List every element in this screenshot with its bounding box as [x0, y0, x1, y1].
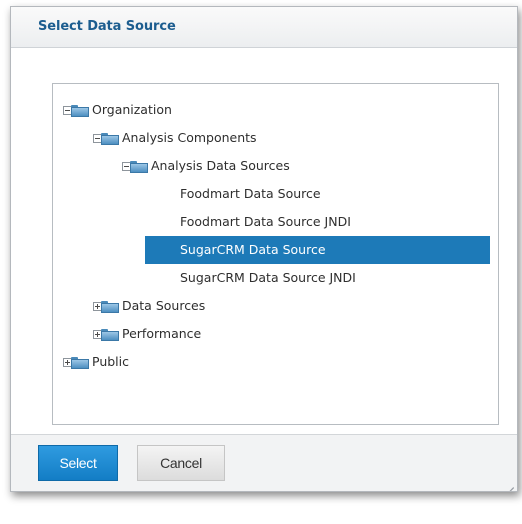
select-data-source-dialog: Select Data Source Organization Analysis… [10, 6, 518, 492]
folder-icon [130, 160, 148, 173]
tree-node-public[interactable]: Public [63, 348, 129, 376]
folder-icon [101, 300, 119, 313]
tree-node-data-sources[interactable]: Data Sources [93, 292, 205, 320]
tree-node-label: Foodmart Data Source JNDI [180, 214, 351, 229]
tree-node-label: Analysis Data Sources [151, 158, 290, 173]
folder-icon [101, 132, 119, 145]
tree-node-performance[interactable]: Performance [93, 320, 201, 348]
folder-icon [71, 104, 89, 117]
tree-node-analysis-components[interactable]: Analysis Components [93, 124, 257, 152]
tree-node-sugarcrm-data-source-jndi[interactable]: SugarCRM Data Source JNDI [180, 264, 356, 292]
dialog-footer: Select Cancel [11, 434, 517, 491]
dialog-header[interactable]: Select Data Source [11, 7, 517, 48]
folder-icon [71, 356, 89, 369]
dialog-title: Select Data Source [38, 19, 176, 34]
tree-node-label: Analysis Components [122, 130, 257, 145]
repository-tree[interactable]: Organization Analysis Components Analysi… [52, 83, 499, 425]
folder-icon [101, 328, 119, 341]
tree-node-label: Foodmart Data Source [180, 186, 321, 201]
resize-grip-icon[interactable] [504, 478, 514, 491]
tree-node-label: Organization [92, 102, 172, 117]
select-button[interactable]: Select [38, 445, 118, 481]
tree-node-foodmart-data-source-jndi[interactable]: Foodmart Data Source JNDI [180, 208, 351, 236]
tree-node-label: Public [92, 354, 129, 369]
tree-node-sugarcrm-data-source[interactable]: SugarCRM Data Source [145, 236, 490, 264]
tree-node-analysis-data-sources[interactable]: Analysis Data Sources [122, 152, 290, 180]
tree-node-label: Data Sources [122, 298, 206, 313]
tree-node-foodmart-data-source[interactable]: Foodmart Data Source [180, 180, 321, 208]
tree-node-organization[interactable]: Organization [63, 96, 172, 124]
tree-node-label: SugarCRM Data Source JNDI [180, 270, 356, 285]
tree-node-label: Performance [122, 326, 202, 341]
cancel-button[interactable]: Cancel [137, 445, 225, 481]
tree-node-label: SugarCRM Data Source [180, 242, 326, 257]
